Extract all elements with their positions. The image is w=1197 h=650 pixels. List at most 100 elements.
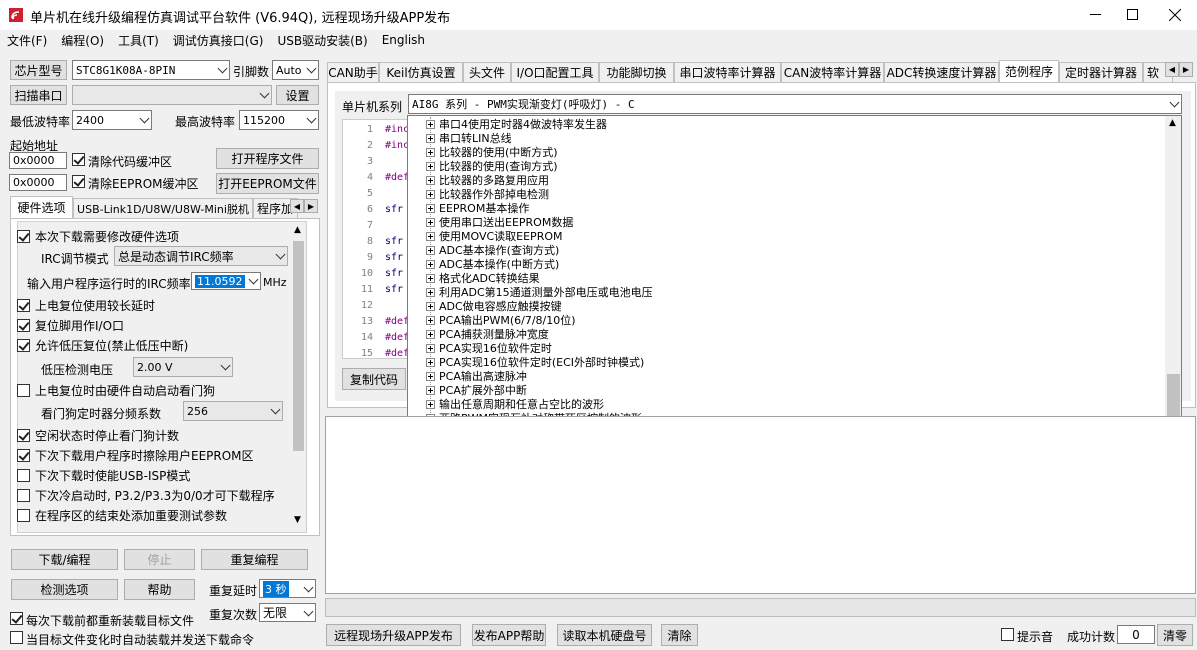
tab-usb-link[interactable]: USB-Link1D/U8W/U8W-Mini脱机 [73,198,253,218]
tab-header-file[interactable]: 头文件 [463,62,511,82]
expand-icon[interactable] [426,343,435,353]
tree-item[interactable]: ADC基本操作(查询方式) [426,243,559,257]
tab-adc-speed[interactable]: ADC转换速度计算器 [884,62,999,82]
expand-icon[interactable] [426,217,435,227]
tree-item[interactable]: PCA输出高速脉冲 [426,369,527,383]
irc-freq-select[interactable]: 11.0592 [191,272,261,290]
tree-item[interactable]: 格式化ADC转换结果 [426,271,540,285]
reload-checkbox[interactable] [10,612,23,625]
tab-examples[interactable]: 范例程序 [999,60,1059,82]
expand-icon[interactable] [426,385,435,395]
beep-checkbox[interactable] [1001,628,1014,641]
output-log[interactable] [325,416,1196,594]
repeat-delay-select[interactable]: 3 秒 [259,579,316,598]
tree-item[interactable]: PCA实现16位软件定时 [426,341,552,355]
expand-icon[interactable] [426,175,435,185]
tree-item[interactable]: 利用ADC第15通道测量外部电压或电池电压 [426,285,653,299]
right-tab-scroll-right[interactable]: ▶ [1179,62,1193,77]
download-button[interactable]: 下载/编程 [11,549,118,570]
tree-item[interactable]: PCA实现16位软件定时(ECI外部时钟模式) [426,355,644,369]
options-scroll-thumb[interactable] [293,241,304,451]
reprogram-button[interactable]: 重复编程 [201,549,308,570]
menu-program[interactable]: 编程(O) [61,32,104,49]
tab-pin-switch[interactable]: 功能脚切换 [599,62,674,82]
expand-icon[interactable] [426,315,435,325]
settings-button[interactable]: 设置 [276,85,319,105]
tree-item[interactable]: PCA扩展外部中断 [426,383,527,397]
series-select[interactable]: AI8G 系列 - PWM实现渐变灯(呼吸灯) - C [408,94,1182,114]
maximize-button[interactable] [1112,0,1152,30]
menu-debug[interactable]: 调试仿真接口(G) [173,32,264,49]
expand-icon[interactable] [426,357,435,367]
tab-scroll-right[interactable]: ▶ [304,199,318,213]
modify-options-checkbox[interactable] [17,229,30,243]
open-eeprom-button[interactable]: 打开EEPROM文件 [216,173,319,194]
tab-uart-baud[interactable]: 串口波特率计算器 [674,62,781,82]
tab-keil-settings[interactable]: Keil仿真设置 [379,62,463,82]
tree-item[interactable]: 输出任意周期和任意占空比的波形 [426,397,604,411]
low-voltage-select[interactable]: 2.00 V [133,357,233,377]
expand-icon[interactable] [426,287,435,297]
tree-item[interactable]: PCA捕获测量脉冲宽度 [426,327,549,341]
min-baud-select[interactable]: 2400 [72,110,152,130]
expand-icon[interactable] [426,203,435,213]
pin-count-select[interactable]: Auto [272,60,319,80]
open-program-button[interactable]: 打开程序文件 [216,148,319,169]
tree-item[interactable]: 比较器作外部掉电检测 [426,187,549,201]
eeprom-addr-input[interactable]: 0x0000 [9,174,67,191]
menu-usb-driver[interactable]: USB驱动安装(B) [277,32,367,49]
check-options-button[interactable]: 检测选项 [11,579,118,600]
clear-eeprom-checkbox[interactable] [72,175,85,188]
expand-icon[interactable] [426,259,435,269]
menu-tools[interactable]: 工具(T) [118,32,159,49]
right-tab-scroll-left[interactable]: ◀ [1165,62,1179,77]
copy-code-button[interactable]: 复制代码 [342,368,406,390]
repeat-count-select[interactable]: 无限 [259,603,316,622]
remote-upgrade-publish-button[interactable]: 远程现场升级APP发布 [326,624,461,646]
stop-button[interactable]: 停止 [124,549,195,570]
expand-icon[interactable] [426,399,435,409]
minimize-button[interactable] [1076,0,1116,30]
code-editor[interactable]: 1 #inc 2 #inc 3 4 #def 5 6 sfr 7 8 sfr 9 sfr 10 sfr 11 sfr… [342,119,410,359]
expand-icon[interactable] [426,245,435,255]
expand-icon[interactable] [426,119,435,129]
tab-io-config[interactable]: I/O口配置工具 [511,62,599,82]
expand-icon[interactable] [426,133,435,143]
expand-icon[interactable] [426,189,435,199]
code-addr-input[interactable]: 0x0000 [9,152,67,169]
tab-can-helper[interactable]: CAN助手 [327,62,379,82]
menu-file[interactable]: 文件(F) [7,32,47,49]
tree-item[interactable]: 比较器的使用(中断方式) [426,145,558,159]
read-disk-id-button[interactable]: 读取本机硬盘号 [557,624,652,646]
tree-item[interactable]: 比较器的多路复用应用 [426,173,549,187]
scan-port-button[interactable]: 扫描串口 [10,85,67,105]
expand-icon[interactable] [426,273,435,283]
help-button[interactable]: 帮助 [124,579,195,600]
max-baud-select[interactable]: 115200 [239,110,319,130]
tree-item[interactable]: 比较器的使用(查询方式) [426,159,558,173]
expand-icon[interactable] [426,301,435,311]
tree-item[interactable]: ADC基本操作(中断方式) [426,257,559,271]
expand-icon[interactable] [426,161,435,171]
watchdog-div-select[interactable]: 256 [183,401,283,421]
auto-send-checkbox[interactable] [10,631,23,644]
tree-item[interactable]: ADC做电容感应触摸按键 [426,299,562,313]
expand-icon[interactable] [426,147,435,157]
cold-start-p32-checkbox[interactable] [17,488,30,502]
auto-watchdog-checkbox[interactable] [17,383,30,397]
long-reset-delay-checkbox[interactable] [17,298,30,312]
reset-pin-io-checkbox[interactable] [17,318,30,332]
erase-eeprom-checkbox[interactable] [17,448,30,462]
port-select[interactable] [72,85,272,105]
tab-hardware-options[interactable]: 硬件选项 [10,196,73,218]
reset-count-button[interactable]: 清零 [1157,624,1193,646]
tree-item[interactable]: 使用MOVC读取EEPROM [426,229,563,243]
chip-model-select[interactable]: STC8G1K08A-8PIN [72,60,230,80]
tree-item[interactable]: 串口4使用定时器4做波特率发生器 [426,117,607,131]
expand-icon[interactable] [426,329,435,339]
irc-mode-select[interactable]: 总是动态调节IRC频率 [114,246,288,266]
close-button[interactable] [1152,0,1197,30]
test-params-checkbox[interactable] [17,508,30,522]
clear-code-checkbox[interactable] [72,153,85,166]
tab-timer-calc[interactable]: 定时器计算器 [1059,62,1143,82]
